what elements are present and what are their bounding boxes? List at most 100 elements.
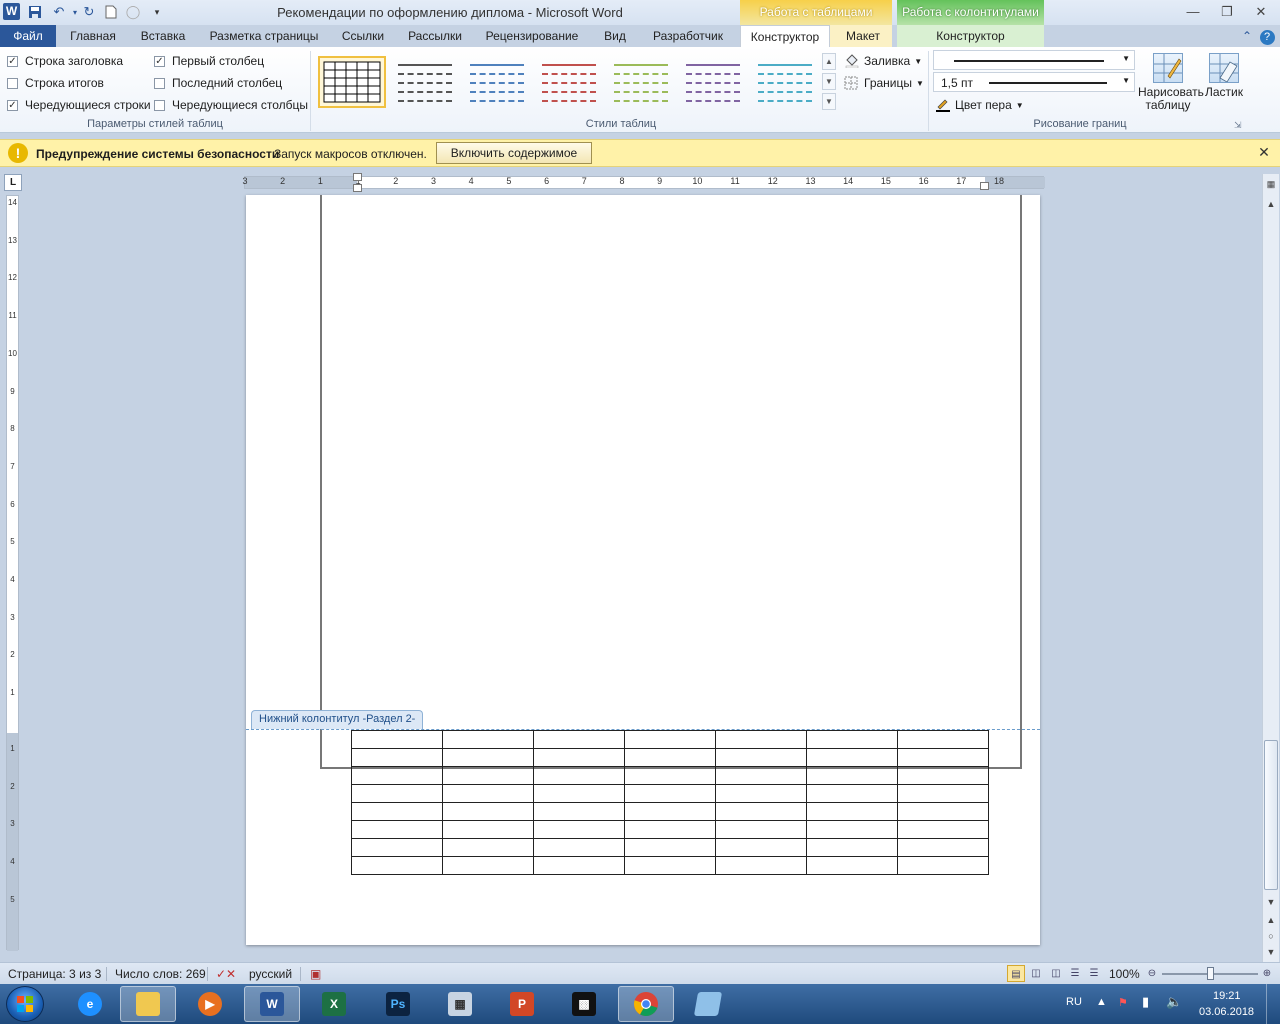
table-cell[interactable]: [442, 766, 534, 785]
table-cell[interactable]: [624, 730, 716, 749]
header-row-option[interactable]: ✓ Строка заголовка: [7, 52, 123, 70]
table-cell[interactable]: [806, 730, 898, 749]
table-cell[interactable]: [533, 802, 625, 821]
table-cell[interactable]: [806, 784, 898, 803]
outline-view-icon[interactable]: ☰: [1066, 965, 1084, 982]
print-layout-view-icon[interactable]: ▤: [1007, 965, 1025, 982]
table-cell[interactable]: [533, 748, 625, 767]
table-cell[interactable]: [715, 820, 807, 839]
table-cell[interactable]: [715, 748, 807, 767]
tab-selector-button[interactable]: L: [4, 174, 22, 191]
table-cell[interactable]: [897, 766, 989, 785]
calculator-icon[interactable]: ▦: [432, 986, 488, 1022]
table-cell[interactable]: [624, 766, 716, 785]
table-style-thumb[interactable]: [390, 56, 458, 108]
zoom-slider-knob[interactable]: [1207, 967, 1214, 980]
network-icon[interactable]: ▮: [1142, 994, 1149, 1010]
tab-header-footer-design[interactable]: Конструктор: [897, 25, 1044, 47]
notes-icon[interactable]: [680, 986, 736, 1022]
minimize-button[interactable]: —: [1180, 2, 1206, 22]
table-cell[interactable]: [806, 838, 898, 857]
file-explorer-icon[interactable]: [120, 986, 176, 1022]
pen-color-button[interactable]: Цвет пера ▼: [935, 96, 1024, 114]
tab-references[interactable]: Ссылки: [333, 25, 393, 47]
show-hidden-icons[interactable]: ▲: [1096, 996, 1107, 1008]
table-style-thumb[interactable]: [462, 56, 530, 108]
powerpoint-icon[interactable]: P: [494, 986, 550, 1022]
total-row-option[interactable]: Строка итогов: [7, 74, 104, 92]
table-cell[interactable]: [442, 730, 534, 749]
table-cell[interactable]: [897, 784, 989, 803]
eraser-button[interactable]: Ластик: [1202, 51, 1246, 99]
table-cell[interactable]: [533, 784, 625, 803]
table-cell[interactable]: [897, 802, 989, 821]
title-block-table[interactable]: [351, 730, 989, 875]
banded-columns-checkbox[interactable]: [154, 99, 165, 111]
shading-button[interactable]: Заливка ▼: [844, 52, 922, 70]
table-cell[interactable]: [806, 802, 898, 821]
scroll-thumb[interactable]: [1264, 740, 1278, 890]
table-cell[interactable]: [624, 802, 716, 821]
table-style-thumb[interactable]: [678, 56, 746, 108]
word-taskbar-icon[interactable]: W: [244, 986, 300, 1022]
tab-view[interactable]: Вид: [595, 25, 635, 47]
gallery-more[interactable]: ▼: [822, 93, 836, 110]
table-cell[interactable]: [624, 838, 716, 857]
table-cell[interactable]: [897, 838, 989, 857]
table-cell[interactable]: [533, 838, 625, 857]
first-column-checkbox[interactable]: ✓: [154, 55, 165, 67]
table-cell[interactable]: [442, 820, 534, 839]
pen-weight-select[interactable]: 1,5 пт ▼: [933, 72, 1135, 92]
last-column-option[interactable]: Последний столбец: [154, 74, 282, 92]
excel-icon[interactable]: X: [306, 986, 362, 1022]
table-cell[interactable]: [442, 856, 534, 875]
table-cell[interactable]: [897, 748, 989, 767]
photoshop-icon[interactable]: Ps: [370, 986, 426, 1022]
video-editor-icon[interactable]: ▩: [556, 986, 612, 1022]
banded-columns-option[interactable]: Чередующиеся столбцы: [154, 96, 308, 114]
next-page-button[interactable]: ▼: [1263, 944, 1279, 960]
tab-page-layout[interactable]: Разметка страницы: [203, 25, 325, 47]
table-cell[interactable]: [351, 766, 443, 785]
table-style-thumb[interactable]: [534, 56, 602, 108]
table-cell[interactable]: [715, 730, 807, 749]
table-cell[interactable]: [897, 730, 989, 749]
input-language-indicator[interactable]: RU: [1066, 996, 1082, 1008]
ruler-toggle-icon[interactable]: ▦: [1263, 176, 1279, 192]
last-column-checkbox[interactable]: [154, 77, 165, 89]
table-cell[interactable]: [533, 730, 625, 749]
dialog-launcher-icon[interactable]: ⇲: [1234, 120, 1242, 131]
first-line-indent-marker[interactable]: [353, 173, 362, 181]
tab-mailings[interactable]: Рассылки: [401, 25, 469, 47]
zoom-out-icon[interactable]: ⊖: [1143, 965, 1161, 982]
scroll-up-button[interactable]: ▲: [1263, 196, 1279, 212]
table-cell[interactable]: [897, 820, 989, 839]
minimize-ribbon-icon[interactable]: ⌃: [1238, 25, 1256, 47]
left-indent-marker[interactable]: [353, 184, 362, 192]
table-cell[interactable]: [624, 856, 716, 875]
internet-explorer-icon[interactable]: e: [62, 986, 118, 1022]
table-cell[interactable]: [351, 838, 443, 857]
table-cell[interactable]: [442, 802, 534, 821]
gallery-scroll-up[interactable]: ▲: [822, 53, 836, 70]
table-cell[interactable]: [351, 748, 443, 767]
close-window-button[interactable]: ✕: [1248, 2, 1274, 22]
restore-button[interactable]: ❐: [1214, 2, 1240, 22]
table-cell[interactable]: [351, 856, 443, 875]
web-layout-icon[interactable]: ◫: [1047, 965, 1065, 982]
table-style-thumb[interactable]: [606, 56, 674, 108]
total-row-checkbox[interactable]: [7, 77, 18, 89]
previous-page-button[interactable]: ▲: [1263, 912, 1279, 928]
header-row-checkbox[interactable]: ✓: [7, 55, 18, 67]
table-cell[interactable]: [533, 856, 625, 875]
right-indent-marker[interactable]: [980, 182, 989, 190]
draw-table-button[interactable]: Нарисовать таблицу: [1136, 51, 1204, 112]
table-cell[interactable]: [715, 856, 807, 875]
first-column-option[interactable]: ✓ Первый столбец: [154, 52, 264, 70]
chrome-icon[interactable]: [618, 986, 674, 1022]
tab-home[interactable]: Главная: [62, 25, 124, 47]
table-cell[interactable]: [624, 784, 716, 803]
draft-view-icon[interactable]: ☰: [1085, 965, 1103, 982]
table-cell[interactable]: [351, 820, 443, 839]
table-cell[interactable]: [715, 838, 807, 857]
